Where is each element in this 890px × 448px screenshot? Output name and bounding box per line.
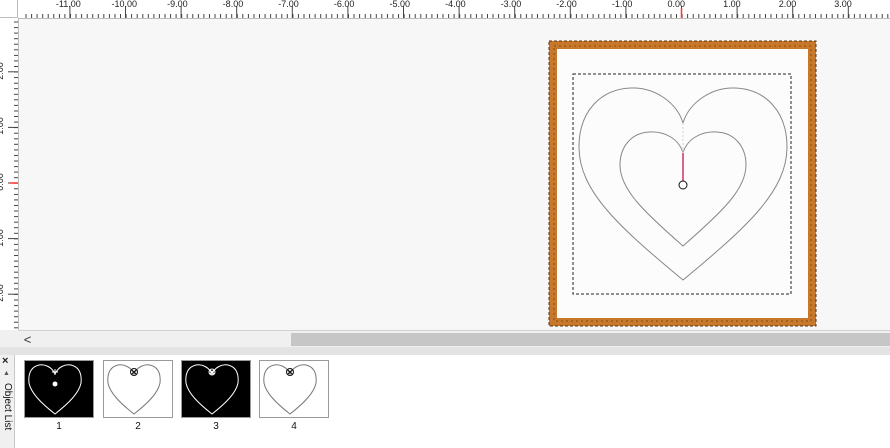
thumbnail-2[interactable] — [103, 360, 173, 418]
close-icon[interactable]: × — [2, 355, 8, 367]
thumbnail-label-2: 2 — [135, 421, 141, 432]
horizontal-ruler-label: 2.00 — [778, 0, 797, 9]
scroll-thumb[interactable] — [291, 333, 890, 346]
object-list-panel: 1 2 3 4 — [15, 355, 890, 448]
horizontal-ruler-label: -11.00 — [55, 0, 81, 9]
vertical-ruler-label: 0.00 — [0, 173, 5, 191]
thumbnail-3[interactable] — [181, 360, 251, 418]
horizontal-ruler-label: -9.00 — [167, 0, 188, 9]
horizontal-ruler-label: 1.00 — [723, 0, 741, 9]
horizontal-ruler-label: -2.00 — [556, 0, 577, 9]
vertical-ruler: 2.00 1.00 0.00 1.00 2.00 — [0, 18, 19, 330]
drawing-canvas[interactable] — [19, 19, 890, 330]
vertical-ruler-label: 1.00 — [0, 117, 5, 136]
thumbnail-4[interactable] — [259, 360, 329, 418]
heart-thumbnail-icon — [104, 361, 172, 417]
horizontal-ruler-label: -8.00 — [222, 0, 244, 9]
horizontal-ruler-label: 0.00 — [667, 0, 686, 9]
horizontal-ruler-label: -5.00 — [389, 0, 411, 9]
scroll-left-arrow[interactable]: < — [19, 331, 36, 348]
thumbnail-label-4: 4 — [291, 421, 297, 432]
origin-point-marker[interactable] — [678, 180, 688, 190]
heart-thumbnail-icon — [25, 361, 93, 417]
horizontal-ruler-label: -4.00 — [445, 0, 466, 9]
horizontal-ruler: -11.00 -10.00 -9.00 -8.00 -7.00 -6.00 -5.00 -4.… — [18, 0, 890, 19]
horizontal-ruler-label: -6.00 — [333, 0, 355, 9]
ruler-corner — [0, 0, 18, 18]
vertical-ruler-label: 1.00 — [0, 228, 5, 247]
thumbnail-label-1: 1 — [56, 421, 62, 432]
thumbnail-1[interactable] — [24, 360, 94, 418]
object-list-sidebar: × ▲ Object List — [0, 355, 15, 448]
heart-thumbnail-icon — [182, 361, 250, 417]
heart-thumbnail-icon — [260, 361, 328, 417]
pin-icon[interactable]: ▲ — [3, 370, 10, 377]
object-list-title: Object List — [2, 383, 13, 431]
horizontal-ruler-label: -1.00 — [611, 0, 633, 9]
horizontal-ruler-label: 3.00 — [834, 0, 852, 9]
vertical-ruler-label: 2.00 — [0, 284, 5, 302]
horizontal-ruler-label: -10.00 — [111, 0, 138, 9]
horizontal-ruler-label: -7.00 — [278, 0, 299, 9]
vertical-ruler-label: 2.00 — [0, 62, 5, 80]
horizontal-scrollbar[interactable]: < — [19, 330, 890, 348]
horizontal-ruler-label: -3.00 — [500, 0, 522, 9]
thumbnail-label-3: 3 — [213, 421, 219, 432]
